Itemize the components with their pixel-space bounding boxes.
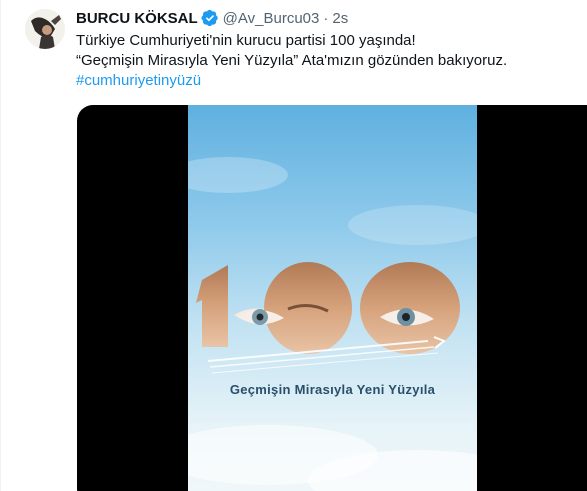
hashtag-link[interactable]: #cumhuriyetinyüzü <box>76 71 587 91</box>
tweet-text-line-2: “Geçmişin Mirasıyla Yeni Yüzyıla” Ata'mı… <box>76 52 508 69</box>
poster-subtitle: Geçmişin Mirasıyla Yeni Yüzyıla <box>229 382 436 397</box>
tweet-text: Türkiye Cumhuriyeti'nin kurucu partisi 1… <box>76 31 587 91</box>
media-container[interactable]: Geçmişin Mirasıyla Yeni Yüzyıla <box>77 105 587 491</box>
poster-image[interactable]: Geçmişin Mirasıyla Yeni Yüzyıla <box>188 105 477 491</box>
timestamp[interactable]: 2s <box>332 10 348 27</box>
tweet-header: BURCU KÖKSAL @Av_Burcu03 · 2s <box>76 9 587 27</box>
author-handle[interactable]: @Av_Burcu03 <box>223 10 320 27</box>
tweet-text-line-1: Türkiye Cumhuriyeti'nin kurucu partisi 1… <box>76 32 416 49</box>
poster-artwork <box>188 157 477 491</box>
display-name[interactable]: BURCU KÖKSAL <box>76 10 198 27</box>
separator-dot: · <box>323 9 329 27</box>
avatar[interactable] <box>25 9 65 49</box>
poster-digit-one <box>196 265 228 347</box>
tweet-body: BURCU KÖKSAL @Av_Burcu03 · 2s Türkiye Cu… <box>76 9 587 91</box>
avatar-image <box>25 9 65 49</box>
tweet[interactable]: BURCU KÖKSAL @Av_Burcu03 · 2s Türkiye Cu… <box>0 0 587 491</box>
verified-badge-icon[interactable] <box>201 9 219 27</box>
